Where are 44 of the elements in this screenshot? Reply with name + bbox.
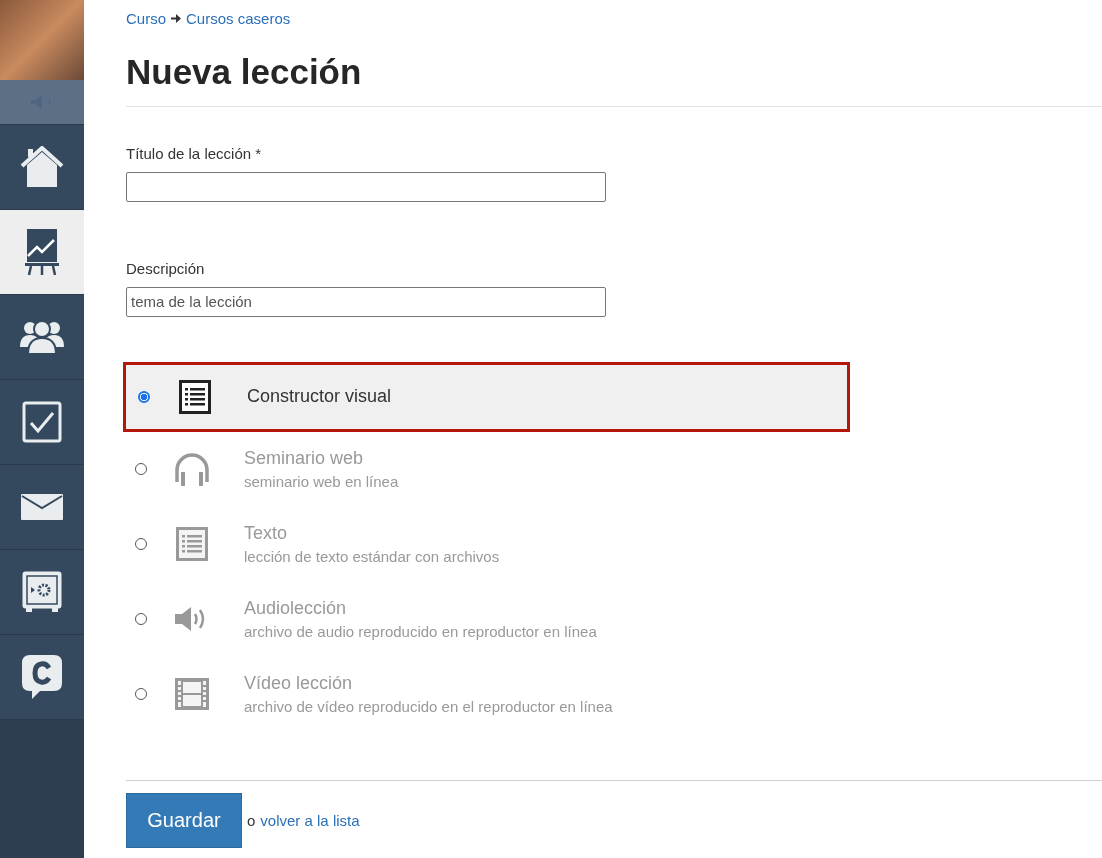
or-text: o bbox=[247, 811, 256, 829]
nav-item[interactable] bbox=[0, 465, 84, 550]
arrow-right-icon bbox=[171, 14, 181, 23]
input-field[interactable] bbox=[126, 171, 606, 202]
option-title: Seminario web bbox=[244, 448, 365, 469]
nav-item[interactable] bbox=[0, 380, 84, 465]
envelope-icon bbox=[21, 494, 63, 520]
field-label: Descripción bbox=[126, 259, 206, 277]
input-field[interactable]: tema de la lección bbox=[126, 286, 606, 317]
radio-button[interactable] bbox=[138, 390, 150, 403]
breadcrumb-link[interactable]: Cursos caseros bbox=[186, 10, 291, 27]
film-strip-icon bbox=[175, 678, 209, 710]
option-row[interactable]: Vídeo lección archivo de vídeo reproducido en el reproductor en línea bbox=[123, 656, 850, 732]
chart-easel-icon bbox=[25, 228, 59, 276]
safe-icon bbox=[22, 571, 62, 613]
back-to-list-link[interactable]: volver a la lista bbox=[260, 811, 360, 829]
users-icon bbox=[20, 319, 64, 355]
nav-item[interactable] bbox=[0, 210, 84, 295]
headphones-icon bbox=[174, 452, 210, 486]
option-title: Constructor visual bbox=[247, 386, 392, 407]
option-row[interactable]: Seminario web seminario web en línea bbox=[123, 431, 850, 507]
nav-item[interactable] bbox=[0, 125, 84, 210]
option-title: Vídeo lección bbox=[244, 673, 354, 694]
nav-item[interactable] bbox=[0, 295, 84, 380]
option-description: seminario web en línea bbox=[244, 473, 399, 490]
house-icon bbox=[20, 146, 64, 188]
option-title: Texto bbox=[244, 523, 289, 544]
breadcrumb-link[interactable]: Curso bbox=[126, 10, 166, 27]
option-title: Audiolección bbox=[244, 598, 348, 619]
option-description: archivo de audio reproducido en reproductor en línea bbox=[244, 623, 597, 640]
nav-item[interactable] bbox=[0, 635, 84, 720]
selected-option-card[interactable]: Constructor visual bbox=[123, 361, 850, 432]
option-description: lección de texto estándar con archivos bbox=[244, 548, 500, 565]
page-title: Nueva lección bbox=[126, 53, 363, 92]
field-label: Título de la lección * bbox=[126, 144, 263, 162]
nav-item[interactable] bbox=[0, 550, 84, 635]
option-row[interactable]: Audiolección archivo de audio reproducido en reproductor en línea bbox=[123, 581, 850, 657]
list-document-icon bbox=[176, 527, 208, 561]
checkbox-icon bbox=[22, 401, 62, 443]
option-description: archivo de vídeo reproducido en el reproductor en línea bbox=[244, 698, 613, 715]
option-row[interactable]: Texto lección de texto estándar con archivos bbox=[123, 506, 850, 582]
chat-bubble-icon bbox=[22, 655, 62, 699]
list-document-icon bbox=[179, 379, 211, 414]
save-button[interactable]: Guardar bbox=[126, 792, 242, 848]
